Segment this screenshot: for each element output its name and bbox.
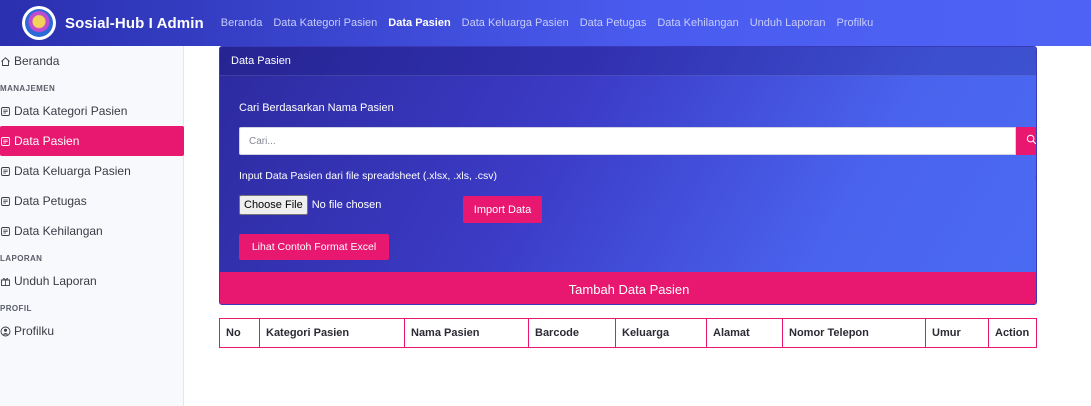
document-icon	[0, 106, 11, 117]
nav-link-data-pasien[interactable]: Data Pasien	[388, 17, 450, 29]
document-icon	[0, 196, 11, 207]
column-header-nomor-telepon: Nomor Telepon	[782, 318, 926, 348]
search-label: Cari Berdasarkan Nama Pasien	[239, 102, 394, 114]
home-icon	[0, 56, 11, 67]
nav-link-data-kategori-pasien[interactable]: Data Kategori Pasien	[273, 17, 377, 29]
sidebar-heading-laporan: LAPORAN	[0, 254, 43, 263]
search-icon	[1026, 132, 1037, 150]
column-header-no: No	[219, 318, 260, 348]
nav-link-data-kehilangan[interactable]: Data Kehilangan	[657, 17, 738, 29]
sidebar-item-unduh-laporan[interactable]: Unduh Laporan	[0, 266, 183, 296]
sidebar-item-profilku[interactable]: Profilku	[0, 316, 183, 346]
nav-link-unduh-laporan[interactable]: Unduh Laporan	[750, 17, 826, 29]
nav-link-profilku[interactable]: Profilku	[837, 17, 874, 29]
sidebar-item-label: Profilku	[14, 324, 55, 338]
column-header-keluarga: Keluarga	[615, 318, 707, 348]
brand-logo-icon	[22, 6, 56, 40]
gift-download-icon	[0, 276, 11, 287]
document-icon	[0, 226, 11, 237]
search-input[interactable]	[239, 127, 1016, 155]
document-icon	[0, 166, 11, 177]
table-header-row: No Kategori Pasien Nama Pasien Barcode K…	[219, 318, 1037, 348]
file-input[interactable]: Choose File No file chosen	[239, 195, 381, 215]
sidebar-item-label: Beranda	[14, 54, 60, 68]
column-header-nama-pasien: Nama Pasien	[404, 318, 529, 348]
nav-links: Beranda Data Kategori Pasien Data Pasien…	[221, 17, 884, 29]
document-icon	[0, 136, 11, 147]
sidebar-item-data-pasien[interactable]: Data Pasien	[0, 126, 184, 156]
sidebar-item-label: Data Kehilangan	[14, 224, 103, 238]
search-row	[239, 127, 1037, 155]
sidebar-item-label: Unduh Laporan	[14, 274, 97, 288]
decorative-dot	[1035, 176, 1036, 179]
sidebar-item-data-keluarga-pasien[interactable]: Data Keluarga Pasien	[0, 156, 183, 186]
nav-link-data-petugas[interactable]: Data Petugas	[580, 17, 647, 29]
sidebar-item-label: Data Keluarga Pasien	[14, 164, 131, 178]
search-button[interactable]	[1016, 127, 1037, 155]
sidebar-heading-profil: PROFIL	[0, 304, 32, 313]
sidebar-item-data-kehilangan[interactable]: Data Kehilangan	[0, 216, 183, 246]
sidebar-item-label: Data Petugas	[14, 194, 87, 208]
card-title: Data Pasien	[220, 47, 1036, 76]
column-header-alamat: Alamat	[706, 318, 783, 348]
file-status: No file chosen	[311, 199, 382, 211]
nav-link-beranda[interactable]: Beranda	[221, 17, 263, 29]
user-circle-icon	[0, 326, 11, 337]
view-excel-format-button[interactable]: Lihat Contoh Format Excel	[239, 234, 389, 260]
nav-link-data-keluarga-pasien[interactable]: Data Keluarga Pasien	[462, 17, 569, 29]
column-header-barcode: Barcode	[528, 318, 616, 348]
top-navbar: Sosial-Hub I Admin Beranda Data Kategori…	[0, 0, 1091, 46]
sidebar-item-label: Data Kategori Pasien	[14, 104, 128, 118]
sidebar-heading-manajemen: MANAJEMEN	[0, 84, 56, 93]
sidebar: Beranda MANAJEMEN Data Kategori Pasien D…	[0, 46, 184, 406]
sidebar-item-data-kategori-pasien[interactable]: Data Kategori Pasien	[0, 96, 183, 126]
patient-table: No Kategori Pasien Nama Pasien Barcode K…	[219, 318, 1037, 348]
sidebar-item-label: Data Pasien	[14, 134, 80, 148]
column-header-umur: Umur	[925, 318, 989, 348]
column-header-kategori-pasien: Kategori Pasien	[259, 318, 405, 348]
brand[interactable]: Sosial-Hub I Admin	[22, 6, 204, 40]
sidebar-item-data-petugas[interactable]: Data Petugas	[0, 186, 183, 216]
brand-name: Sosial-Hub I Admin	[65, 14, 204, 32]
import-label: Input Data Pasien dari file spreadsheet …	[239, 170, 497, 182]
patient-data-card: Data Pasien Cari Berdasarkan Nama Pasien…	[219, 46, 1037, 305]
choose-file-button[interactable]: Choose File	[239, 195, 308, 215]
sidebar-item-beranda[interactable]: Beranda	[0, 46, 183, 76]
import-data-button[interactable]: Import Data	[463, 196, 542, 223]
column-header-action: Action	[988, 318, 1037, 348]
add-patient-button[interactable]: Tambah Data Pasien	[220, 272, 1036, 304]
